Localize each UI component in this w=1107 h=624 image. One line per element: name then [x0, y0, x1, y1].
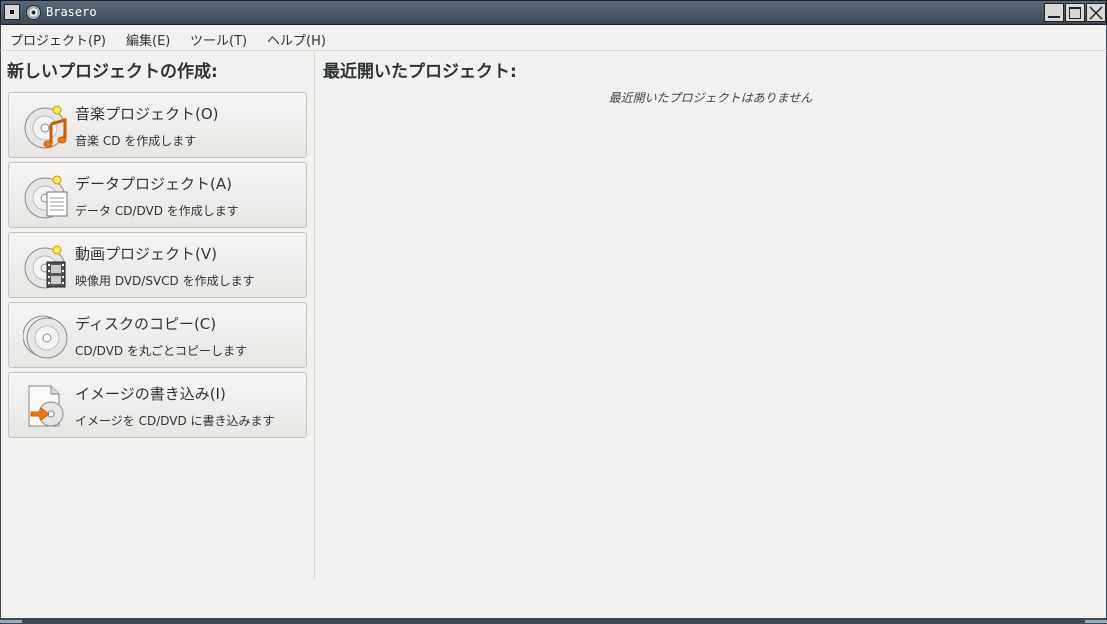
recent-projects-empty-message: 最近開いたプロジェクトはありません [608, 91, 813, 105]
video-project-title: 動画プロジェクト(V) [75, 245, 217, 263]
image-burn-desc: イメージを CD/DVD に書き込みます [75, 414, 275, 428]
disc-copy-icon [23, 315, 68, 359]
image-burn-icon [28, 385, 64, 427]
new-project-heading: 新しいプロジェクトの作成: [7, 62, 218, 82]
menu-help[interactable]: ヘルプ(H) [267, 30, 326, 49]
data-disc-icon [24, 175, 68, 219]
menubar: プロジェクト(P) 編集(E) ツール(T) ヘルプ(H) [0, 25, 1107, 51]
new-project-panel: 新しいプロジェクトの作成: 音楽プロジェクト(O) 音楽 CD を作成します デ… [1, 51, 315, 579]
image-burn-title: イメージの書き込み(I) [75, 385, 226, 403]
menu-project[interactable]: プロジェクト(P) [10, 30, 106, 49]
audio-cd-icon [24, 105, 67, 149]
window-bottom-edge [0, 618, 1107, 624]
recent-projects-heading: 最近開いたプロジェクト: [323, 62, 517, 82]
video-project-button[interactable]: 動画プロジェクト(V) 映像用 DVD/SVCD を作成します [8, 232, 307, 298]
menu-tools[interactable]: ツール(T) [190, 30, 247, 49]
audio-project-button[interactable]: 音楽プロジェクト(O) 音楽 CD を作成します [8, 92, 307, 158]
data-project-desc: データ CD/DVD を作成します [75, 204, 239, 218]
window-title: Brasero [46, 5, 97, 19]
window-titlebar[interactable]: Brasero [0, 0, 1107, 25]
data-project-title: データプロジェクト(A) [75, 175, 232, 193]
minimize-button[interactable] [1044, 3, 1064, 22]
audio-project-desc: 音楽 CD を作成します [75, 134, 197, 148]
close-button[interactable] [1086, 3, 1106, 22]
video-project-desc: 映像用 DVD/SVCD を作成します [75, 274, 255, 288]
recent-projects-panel: 最近開いたプロジェクト: 最近開いたプロジェクトはありません [315, 51, 1106, 579]
data-project-button[interactable]: データプロジェクト(A) データ CD/DVD を作成します [8, 162, 307, 228]
window-menu-button[interactable] [4, 4, 20, 20]
video-disc-icon [24, 245, 66, 289]
disc-copy-button[interactable]: ディスクのコピー(C) CD/DVD を丸ごとコピーします [8, 302, 307, 368]
brasero-app-icon [26, 5, 41, 20]
disc-copy-title: ディスクのコピー(C) [75, 315, 217, 333]
maximize-button[interactable] [1065, 3, 1085, 22]
image-burn-button[interactable]: イメージの書き込み(I) イメージを CD/DVD に書き込みます [8, 372, 307, 438]
close-icon [1089, 6, 1103, 20]
menu-edit[interactable]: 編集(E) [126, 30, 170, 49]
audio-project-title: 音楽プロジェクト(O) [75, 105, 219, 123]
disc-copy-desc: CD/DVD を丸ごとコピーします [75, 344, 247, 358]
